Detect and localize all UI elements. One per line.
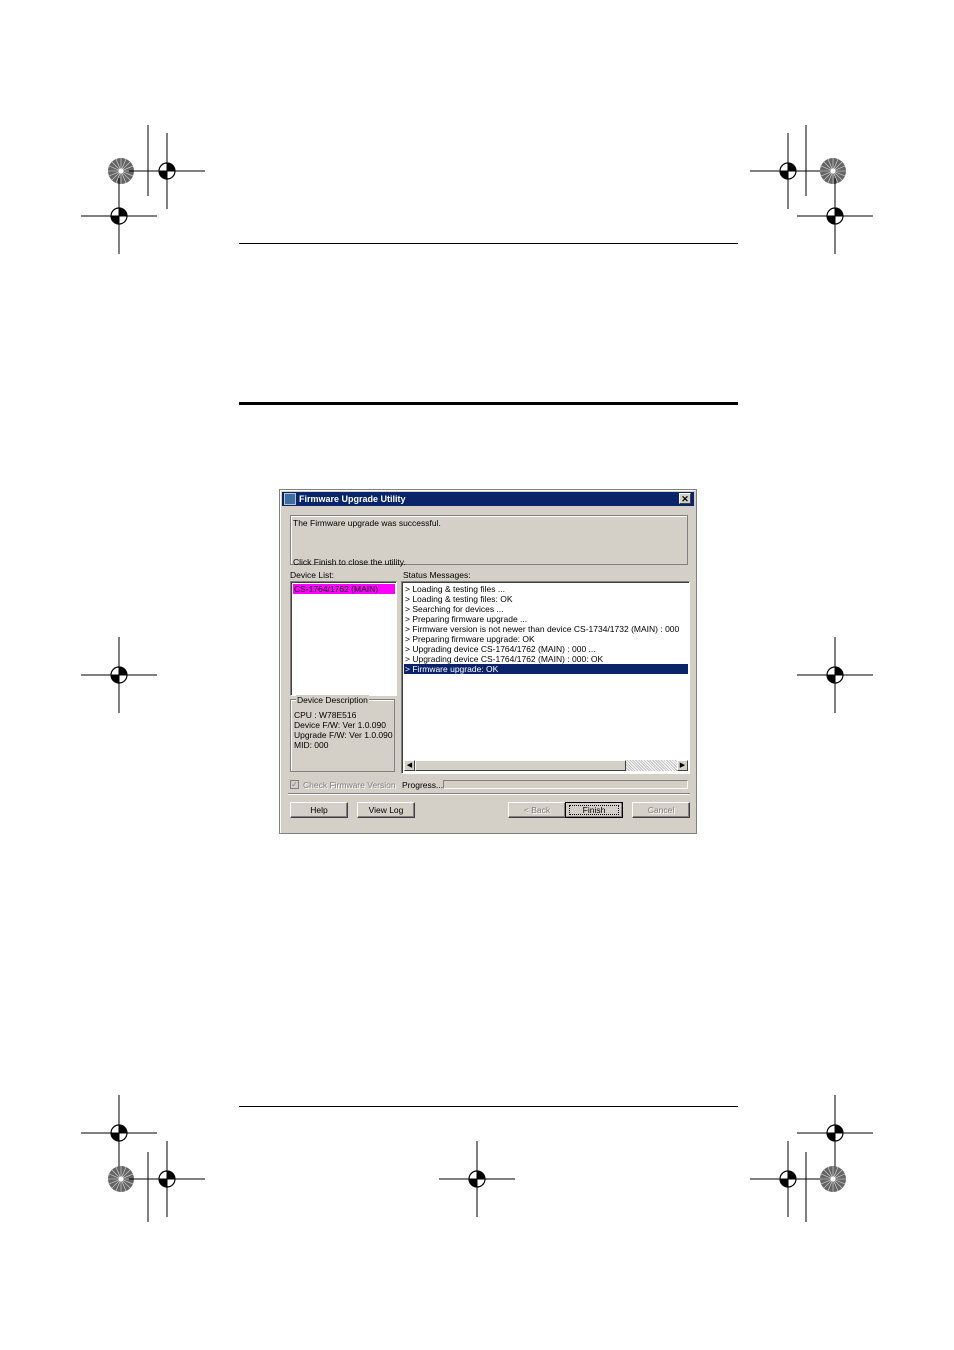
message-box: The Firmware upgrade was successful. Cli…	[290, 515, 688, 567]
device-list[interactable]: CS-1764/1762 (MAIN)	[290, 581, 397, 696]
separator	[288, 793, 690, 795]
status-messages-list[interactable]: > Loading & testing files ... > Loading …	[401, 581, 690, 774]
check-firmware-label: Check Firmware Version	[303, 780, 396, 790]
success-message: The Firmware upgrade was successful.	[293, 518, 441, 528]
device-list-label: Device List:	[290, 570, 334, 580]
status-line: > Preparing firmware upgrade: OK	[405, 634, 535, 644]
scroll-left-icon[interactable]: ◀	[404, 760, 415, 771]
status-line: > Loading & testing files ...	[405, 584, 505, 594]
status-line-selected[interactable]: > Firmware upgrade: OK	[404, 664, 688, 674]
device-fw-info: Device F/W: Ver 1.0.090	[294, 720, 386, 730]
finish-instruction: Click Finish to close the utility.	[293, 557, 406, 567]
upgrade-fw-info: Upgrade F/W: Ver 1.0.090	[294, 730, 393, 740]
firmware-upgrade-dialog: Firmware Upgrade Utility ✕ The Firmware …	[279, 489, 697, 834]
progress-bar	[443, 780, 688, 789]
app-icon	[284, 493, 296, 505]
device-description-group: Device Description CPU : W78E516 Device …	[290, 695, 395, 772]
status-line: > Loading & testing files: OK	[405, 594, 513, 604]
help-button[interactable]: Help	[290, 802, 348, 818]
dialog-title: Firmware Upgrade Utility	[299, 494, 406, 504]
focus-rect	[569, 805, 619, 815]
status-line: > Searching for devices ...	[405, 604, 504, 614]
cancel-button[interactable]: Cancel	[632, 802, 690, 818]
progress-label: Progress...	[402, 780, 444, 790]
scroll-right-icon[interactable]: ▶	[677, 760, 688, 771]
mid-info: MID: 000	[294, 740, 329, 750]
check-firmware-checkbox[interactable]: ✓	[290, 780, 299, 789]
horizontal-scrollbar[interactable]: ◀ ▶	[404, 760, 688, 771]
status-line: > Upgrading device CS-1764/1762 (MAIN) :…	[405, 644, 596, 654]
scrollbar-track[interactable]	[626, 760, 677, 771]
close-icon[interactable]: ✕	[679, 493, 691, 504]
title-bar[interactable]: Firmware Upgrade Utility ✕	[282, 492, 694, 506]
status-messages-label: Status Messages:	[403, 570, 471, 580]
status-line: > Preparing firmware upgrade ...	[405, 614, 528, 624]
scrollbar-thumb[interactable]	[415, 760, 626, 771]
view-log-button[interactable]: View Log	[357, 802, 415, 818]
cpu-info: CPU : W78E516	[294, 710, 357, 720]
back-button[interactable]: < Back	[508, 802, 566, 818]
status-line: > Upgrading device CS-1764/1762 (MAIN) :…	[405, 654, 604, 664]
status-line: > Firmware version is not newer than dev…	[405, 624, 680, 634]
device-list-item[interactable]: CS-1764/1762 (MAIN)	[293, 584, 395, 594]
finish-button[interactable]: Finish	[565, 802, 623, 818]
device-description-legend: Device Description	[296, 695, 369, 705]
